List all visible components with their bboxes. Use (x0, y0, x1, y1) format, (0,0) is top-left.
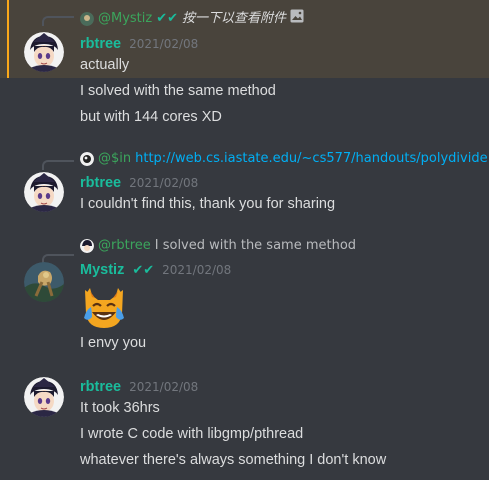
username[interactable]: rbtree (80, 175, 121, 191)
avatar-mystiz[interactable] (24, 262, 64, 302)
message-header: rbtree 2021/02/08 (80, 379, 198, 395)
reply-link[interactable]: http://web.cs.iastate.edu/~cs577/handout… (135, 151, 489, 167)
username[interactable]: Mystiz (80, 262, 124, 278)
reply-avatar (80, 11, 94, 26)
reply-avatar (80, 152, 94, 166)
timestamp: 2021/02/08 (162, 263, 232, 277)
message-text: I solved with the same method (80, 83, 276, 99)
message-text: I couldn't find this, thank you for shar… (80, 196, 336, 212)
reply-username[interactable]: @rbtree (98, 238, 151, 254)
message-header: Mystiz ✔✔ 2021/02/08 (80, 262, 231, 278)
username[interactable]: rbtree (80, 379, 121, 395)
timestamp: 2021/02/08 (129, 176, 199, 190)
cat-joy-emoji[interactable] (80, 284, 128, 332)
reply-username[interactable]: @Mystiz (98, 11, 152, 27)
reply-avatar (80, 239, 94, 253)
reply-preview[interactable]: @rbtree I solved with the same method (80, 238, 356, 254)
username[interactable]: rbtree (80, 36, 121, 52)
verified-badge: ✔✔ (156, 10, 179, 26)
message-header: rbtree 2021/02/08 (80, 175, 198, 191)
timestamp: 2021/02/08 (129, 37, 199, 51)
reply-username[interactable]: @$in (98, 151, 131, 167)
image-icon (290, 9, 304, 28)
avatar-rbtree[interactable] (24, 32, 64, 72)
message-text: but with 144 cores XD (80, 109, 222, 125)
reply-connector (42, 16, 74, 26)
avatar-rbtree[interactable] (24, 172, 64, 212)
avatar-rbtree[interactable] (24, 377, 64, 417)
message-text: I envy you (80, 335, 147, 351)
highlight-bar (7, 0, 9, 78)
message-text: whatever there's always something I don'… (80, 452, 387, 468)
verified-badge: ✔✔ (132, 263, 155, 278)
message-text: It took 36hrs (80, 400, 160, 416)
timestamp: 2021/02/08 (129, 380, 199, 394)
message-text: I wrote C code with libgmp/pthread (80, 426, 304, 442)
reply-connector (42, 160, 74, 170)
reply-text[interactable]: I solved with the same method (155, 238, 356, 254)
reply-preview[interactable]: @$in http://web.cs.iastate.edu/~cs577/ha… (80, 151, 489, 167)
message-header: rbtree 2021/02/08 (80, 36, 198, 52)
message-text: actually (80, 57, 130, 73)
reply-preview[interactable]: @Mystiz ✔✔ 按一下以查看附件 (80, 9, 304, 28)
reply-text[interactable]: 按一下以查看附件 (182, 11, 286, 27)
